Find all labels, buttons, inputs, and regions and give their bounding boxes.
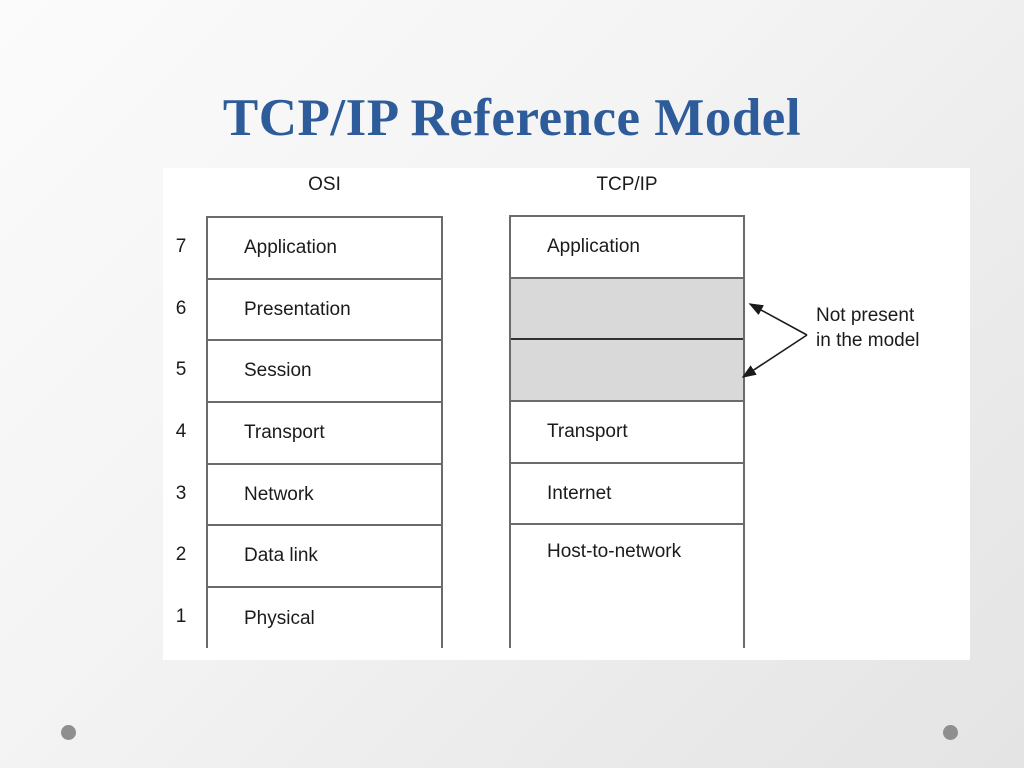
decorative-dot-right — [943, 725, 958, 740]
tcpip-layer-cell-empty — [511, 278, 743, 341]
osi-layer-cell: Transport — [208, 403, 441, 465]
annotation-not-present: Not present in the model — [816, 303, 991, 353]
osi-layer-cell: Data link — [208, 526, 441, 589]
osi-layer-cell: Physical — [208, 588, 441, 650]
osi-column-caption: OSI — [308, 174, 341, 195]
osi-layer-cell: Presentation — [208, 279, 441, 342]
leader-line-upper — [748, 303, 808, 336]
tcpip-column-caption: TCP/IP — [596, 174, 658, 195]
osi-layer-number: 2 — [175, 544, 187, 566]
osi-layer-cell: Network — [208, 464, 441, 527]
tcpip-layer-cell: Host-to-network — [511, 525, 743, 649]
osi-layer-cell: Application — [208, 218, 441, 280]
annotation-leader-lines — [741, 303, 808, 378]
osi-layer-number: 5 — [175, 359, 187, 381]
osi-layer-number: 4 — [175, 420, 187, 442]
tcpip-layer-cell: Internet — [511, 463, 743, 526]
osi-layer-number: 1 — [175, 605, 187, 627]
tcpip-layer-stack: Application Transport Internet Host-to-n… — [509, 215, 745, 649]
tcpip-layer-cell-empty — [511, 340, 743, 403]
leader-line-lower — [741, 334, 808, 378]
tcpip-layer-cell: Transport — [511, 402, 743, 464]
osi-layer-stack: Application Presentation Session Transpo… — [206, 216, 443, 650]
annotation-line-2: in the model — [816, 330, 920, 351]
osi-layer-cell: Session — [208, 341, 441, 404]
osi-layer-number: 6 — [175, 297, 187, 319]
osi-layer-number-column: 7 6 5 4 3 2 1 — [163, 216, 199, 648]
decorative-dot-left — [61, 725, 76, 740]
page-title: TCP/IP Reference Model — [222, 89, 802, 147]
annotation-line-1: Not present — [816, 305, 915, 326]
tcpip-layer-cell: Application — [511, 217, 743, 279]
osi-layer-number: 3 — [175, 482, 187, 504]
osi-layer-number: 7 — [175, 235, 187, 257]
